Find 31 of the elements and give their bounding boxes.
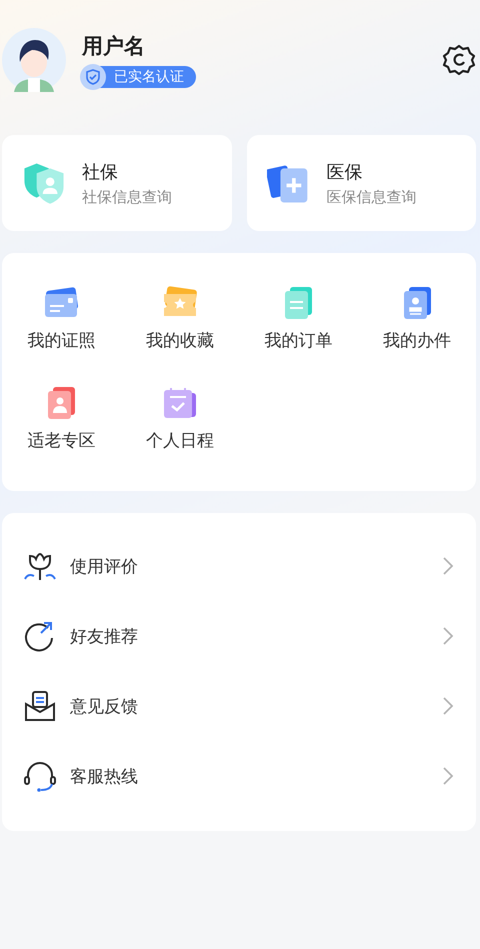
chevron-right-icon xyxy=(442,626,454,646)
headset-icon xyxy=(24,760,56,792)
shield-icon xyxy=(22,161,66,205)
share-arrow-icon xyxy=(24,620,56,652)
chevron-right-icon xyxy=(442,556,454,576)
settings-icon[interactable] xyxy=(442,43,476,77)
chevron-right-icon xyxy=(442,696,454,716)
service-card[interactable]: 社保 社保信息查询 xyxy=(2,135,232,231)
card-title: 医保 xyxy=(326,160,364,184)
shortcut-label[interactable]: 适老专区 xyxy=(27,429,96,452)
shortcut-label[interactable]: 我的证照 xyxy=(27,329,96,352)
shortcut-label[interactable]: 我的办件 xyxy=(382,329,451,352)
shield-check-icon xyxy=(80,64,106,90)
username: 用户名 xyxy=(82,33,146,60)
mail-icon xyxy=(24,690,56,722)
shortcut-label[interactable]: 个人日程 xyxy=(146,429,214,452)
avatar[interactable] xyxy=(2,28,66,92)
card-subtitle: 社保信息查询 xyxy=(82,188,172,206)
card-subtitle: 医保信息查询 xyxy=(326,188,416,206)
flower-icon xyxy=(24,550,56,582)
shortcut-label[interactable]: 我的订单 xyxy=(264,329,332,352)
chevron-right-icon xyxy=(442,766,454,786)
service-card[interactable]: 医保 医保信息查询 xyxy=(246,135,476,231)
menu-item-label[interactable]: 意见反馈 xyxy=(70,694,442,718)
card-title: 社保 xyxy=(82,160,119,184)
shortcut-label[interactable]: 我的收藏 xyxy=(146,329,214,352)
menu-item-label[interactable]: 客服热线 xyxy=(70,764,442,788)
verified-badge: 已实名认证 xyxy=(82,66,196,88)
menu-item-label[interactable]: 使用评价 xyxy=(70,554,442,578)
menu-item-label[interactable]: 好友推荐 xyxy=(70,624,442,648)
calendar-icon xyxy=(162,385,198,421)
